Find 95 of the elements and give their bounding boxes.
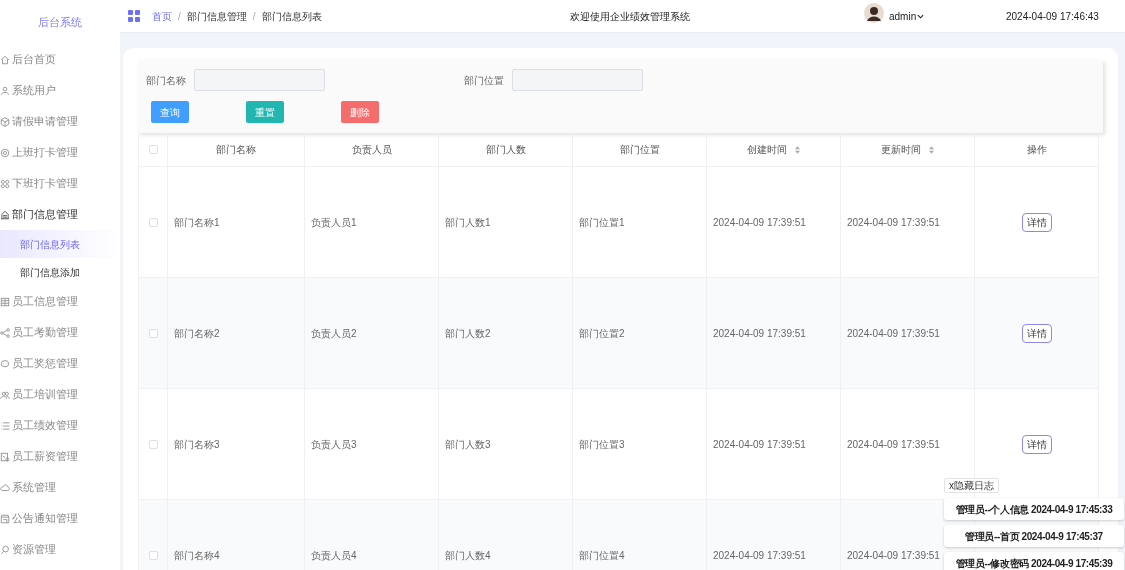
input-field[interactable] [194, 69, 325, 91]
sidebar-item[interactable]: 上班打卡管理 [0, 137, 120, 168]
delete-button[interactable]: 删除 [341, 101, 379, 123]
breadcrumb-link[interactable]: 首页 [152, 8, 172, 24]
sidebar-item[interactable]: 部门信息管理 [0, 199, 120, 230]
details-button[interactable]: 详情 [1021, 323, 1052, 343]
grid-icon [0, 178, 10, 189]
table-cell-text: 负责人员1 [311, 215, 357, 230]
table-cell-text: 部门位置4 [579, 548, 625, 563]
checkbox[interactable] [148, 145, 158, 154]
sidebar-item[interactable]: 请假申请管理 [0, 106, 120, 137]
caret-icon [917, 12, 925, 20]
submenu-item[interactable]: 部门信息添加 [0, 258, 120, 286]
breadcrumb-link[interactable]: 部门信息管理 [186, 8, 247, 24]
sidebar-item[interactable]: 员工奖惩管理 [0, 348, 120, 379]
datetime: 2024-04-09 17:46:43 [1006, 9, 1099, 24]
sidebar-item[interactable]: 系统用户 [0, 75, 120, 106]
input-field[interactable] [512, 69, 643, 91]
log-entry: 管理员--个人信息 2024-04-9 17:45:33 [944, 498, 1124, 520]
checkbox[interactable] [148, 439, 158, 449]
query-button[interactable]: 查询 [151, 101, 189, 123]
sidebar-item[interactable]: 员工考勤管理 [0, 317, 120, 348]
table-cell-text: 部门名称3 [174, 437, 220, 452]
header-title: 欢迎使用企业绩效管理系统 [570, 9, 690, 24]
table-cell-text: 负责人员4 [311, 548, 357, 563]
search-icon [0, 544, 10, 555]
table-cell-text: 2024-04-09 17:39:51 [847, 437, 940, 452]
details-button[interactable]: 详情 [1021, 212, 1052, 232]
table-cell-text: 部门名称4 [174, 548, 220, 563]
table-cell-text: 负责人员2 [311, 326, 357, 341]
column-header: 负责人员 [351, 143, 392, 157]
user-icon [0, 85, 10, 96]
users-icon [0, 389, 10, 400]
table-cell-text: 负责人员3 [311, 437, 357, 452]
chat-icon [0, 358, 10, 369]
column-header: 操作 [1026, 143, 1047, 157]
building-icon [0, 209, 10, 220]
table-cell-text: 2024-04-09 17:39:51 [713, 215, 806, 230]
field-label: 部门名称 [146, 73, 186, 88]
table-cell-text: 部门位置1 [579, 215, 625, 230]
table-cell-text: 2024-04-09 17:39:51 [847, 215, 940, 230]
table-cell-text: 部门人数4 [445, 548, 491, 563]
menu-icon[interactable] [128, 10, 140, 22]
hide-log-button[interactable]: x隐藏日志 [944, 478, 999, 493]
table-cell-text: 部门名称1 [174, 215, 220, 230]
sidebar-item[interactable]: 下班打卡管理 [0, 168, 120, 199]
sidebar-title: 后台系统 [37, 14, 83, 30]
avatar[interactable] [864, 3, 884, 23]
sort-icon[interactable] [929, 145, 934, 154]
sidebar-item[interactable]: 员工培训管理 [0, 379, 120, 410]
column-header[interactable]: 创建时间 [747, 142, 800, 157]
checkbox[interactable] [148, 328, 158, 338]
checkbox[interactable] [148, 217, 158, 227]
table-cell-text: 2024-04-09 17:39:51 [713, 437, 806, 452]
table-cell-text: 2024-04-09 17:39:51 [847, 326, 940, 341]
sidebar-item[interactable]: 后台首页 [0, 44, 120, 75]
column-header: 部门人数 [485, 143, 526, 157]
user-menu[interactable]: admin [889, 8, 925, 24]
breadcrumb-separator: / [252, 9, 256, 24]
column-header: 部门位置 [619, 143, 660, 157]
document-icon [0, 451, 10, 462]
shop-icon [0, 513, 10, 524]
breadcrumb-current: 部门信息列表 [261, 9, 322, 24]
home-icon [0, 54, 10, 65]
breadcrumb-separator: / [178, 9, 181, 24]
cloud-icon [0, 482, 10, 493]
list-icon [0, 420, 10, 431]
share-icon [0, 327, 10, 338]
column-header[interactable]: 更新时间 [881, 142, 934, 157]
log-entry: 管理员--修改密码 2024-04-9 17:45:39 [944, 552, 1124, 570]
sidebar-item[interactable]: 员工绩效管理 [0, 410, 120, 441]
sidebar-item[interactable]: 公告通知管理 [0, 503, 120, 534]
table-icon [0, 296, 10, 307]
table-cell-text: 2024-04-09 17:39:51 [713, 548, 806, 563]
reset-button[interactable]: 重置 [246, 101, 284, 123]
sidebar-item[interactable]: 系统管理 [0, 472, 120, 503]
log-entry: 管理员--首页 2024-04-9 17:45:37 [944, 525, 1124, 547]
table-cell-text: 部门位置2 [579, 326, 625, 341]
sidebar-item[interactable]: 员工信息管理 [0, 286, 120, 317]
checkbox[interactable] [148, 550, 158, 560]
sidebar-item[interactable]: 资源管理 [0, 534, 120, 565]
target-icon [0, 147, 10, 158]
table-cell-text: 部门位置3 [579, 437, 625, 452]
table-cell-text: 2024-04-09 17:39:51 [847, 548, 940, 563]
table-cell-text: 2024-04-09 17:39:51 [713, 326, 806, 341]
cube-icon [0, 116, 10, 127]
details-button[interactable]: 详情 [1021, 434, 1052, 454]
column-header: 部门名称 [216, 143, 256, 157]
table-cell-text: 部门人数2 [445, 326, 491, 341]
sort-icon[interactable] [795, 145, 800, 154]
table-cell-text: 部门人数3 [445, 437, 491, 452]
table-cell-text: 部门人数1 [445, 215, 491, 230]
field-label: 部门位置 [464, 73, 504, 88]
sidebar-item[interactable]: 员工薪资管理 [0, 441, 120, 472]
table-cell-text: 部门名称2 [174, 326, 220, 341]
